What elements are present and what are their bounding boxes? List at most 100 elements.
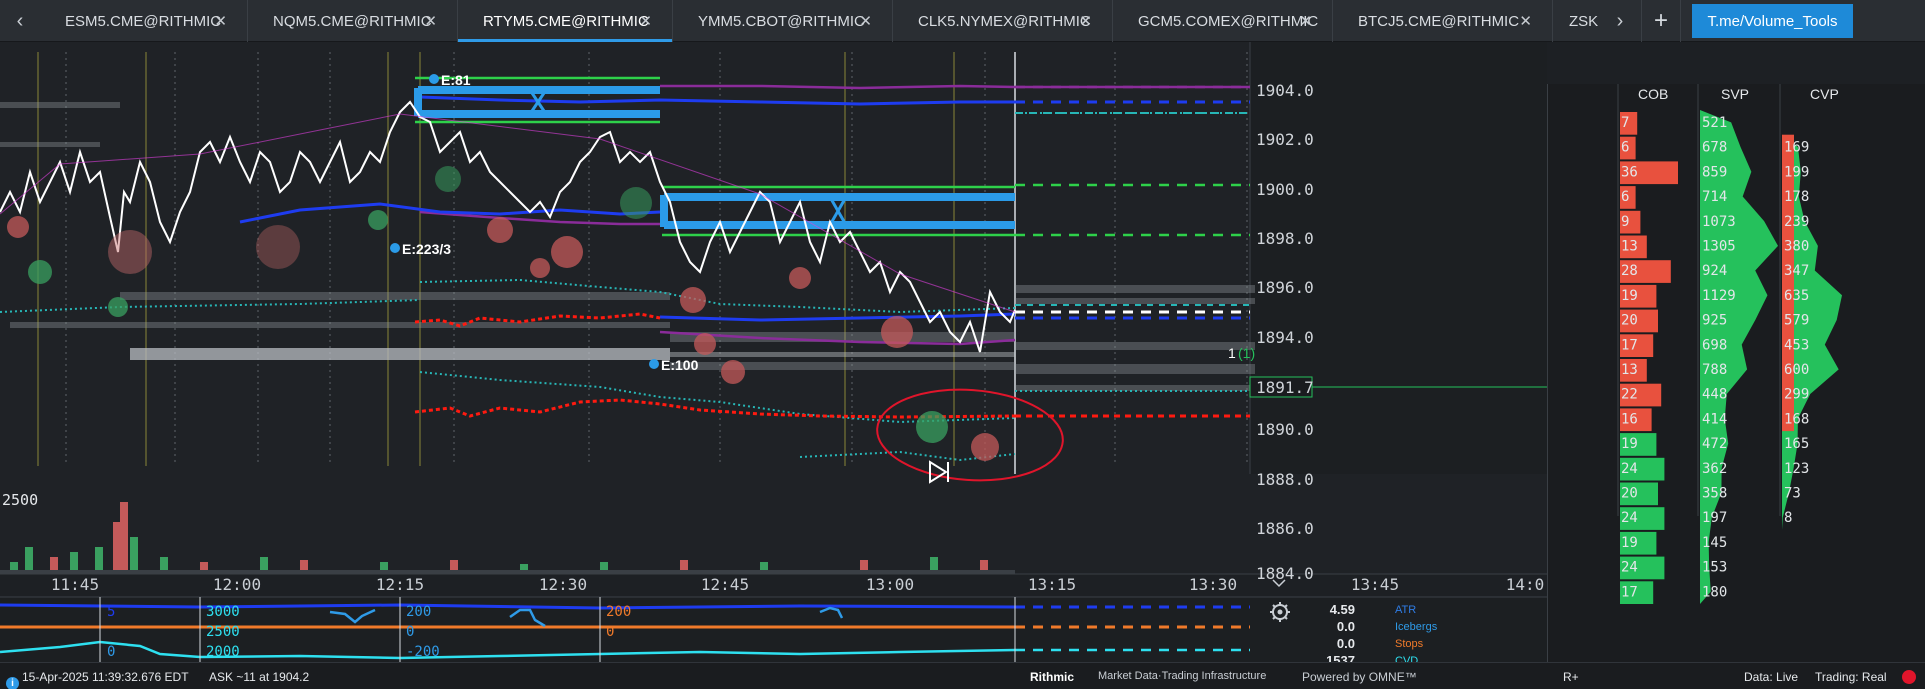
close-icon[interactable]: ✕ bbox=[1519, 12, 1532, 30]
tab-bar: ‹ ESM5.CME@RITHMIC ✕ NQM5.CME@RITHMIC ✕ … bbox=[0, 0, 1925, 42]
tab-label: YMM5.CBOT@RITHMIC bbox=[698, 12, 865, 30]
e100-label: E:100 bbox=[661, 357, 699, 373]
tab-label: ESM5.CME@RITHMIC bbox=[65, 12, 222, 30]
scale-label: -200 bbox=[406, 644, 440, 660]
cvp-cell: 635 bbox=[1784, 288, 1809, 304]
svp-cell: 698 bbox=[1702, 337, 1727, 353]
time-tick-label: 13:30 bbox=[1189, 575, 1237, 594]
cob-cell: 19 bbox=[1621, 436, 1638, 452]
chart-canvas: E:81 E:223/3 E:100 2500 1 (1) 11:45 12:0… bbox=[0, 42, 1547, 662]
volume-bars bbox=[10, 502, 988, 572]
close-icon[interactable]: ✕ bbox=[859, 12, 872, 30]
e223-label: E:223/3 bbox=[402, 241, 451, 257]
cvp-cell: 347 bbox=[1784, 263, 1809, 279]
cvp-cell: 168 bbox=[1784, 411, 1809, 427]
tab-zsk[interactable]: ZSK bbox=[1553, 0, 1603, 42]
cob-cell: 24 bbox=[1621, 510, 1638, 526]
price-tick-label: 1904.0 bbox=[1256, 81, 1314, 100]
close-icon[interactable]: ✕ bbox=[639, 12, 652, 30]
time-tick-label: 12:45 bbox=[701, 575, 749, 594]
col-head-cob: COB bbox=[1638, 86, 1668, 102]
close-icon[interactable]: ✕ bbox=[214, 12, 227, 30]
svp-cell: 859 bbox=[1702, 164, 1727, 180]
trading-mode: Trading: Real bbox=[1815, 670, 1887, 684]
svp-cell: 180 bbox=[1702, 584, 1727, 600]
tab-label: GCM5.COMEX@RITHMIC bbox=[1138, 12, 1319, 30]
volume-mark-label: 2500 bbox=[2, 491, 38, 509]
cvp-cell: 169 bbox=[1784, 140, 1809, 156]
svp-cell: 925 bbox=[1702, 313, 1727, 329]
ask-status: ASK ~11 at 1904.2 bbox=[209, 670, 310, 684]
tab-rtym5[interactable]: RTYM5.CME@RITHMIC ✕ bbox=[458, 0, 673, 42]
cob-cell: 20 bbox=[1621, 486, 1638, 502]
status-bar: i 15-Apr-2025 11:39:32.676 EDT ASK ~11 a… bbox=[0, 662, 1925, 689]
col-head-svp: SVP bbox=[1721, 86, 1749, 102]
gear-icon bbox=[1270, 602, 1290, 622]
tab-gcm5[interactable]: GCM5.COMEX@RITHMIC ✕ bbox=[1113, 0, 1333, 42]
cvp-cell: 600 bbox=[1784, 362, 1809, 378]
cvp-cell: 239 bbox=[1784, 214, 1809, 230]
svp-cell: 197 bbox=[1702, 510, 1727, 526]
svp-cell: 1073 bbox=[1702, 214, 1736, 230]
scale-label: 2500 bbox=[206, 624, 240, 640]
svp-cell: 714 bbox=[1702, 189, 1727, 205]
cvp-cell: 380 bbox=[1784, 239, 1809, 255]
close-icon[interactable]: ✕ bbox=[1079, 12, 1092, 30]
brand-tagline: Market Data·Trading Infrastructure bbox=[1098, 670, 1267, 682]
profile-panel: COB SVP CVP 7 521 6 678 169 36 859 199 6 714 178 9 1… bbox=[1547, 84, 1925, 689]
indicator-value: 0.0 bbox=[1337, 636, 1355, 651]
tab-label: BTCJ5.CME@RITHMIC bbox=[1358, 12, 1520, 30]
cvp-cell: 8 bbox=[1784, 510, 1792, 526]
svp-cell: 358 bbox=[1702, 486, 1727, 502]
price-tick-label: 1894.0 bbox=[1256, 328, 1314, 347]
svp-cell: 1305 bbox=[1702, 239, 1736, 255]
col-head-cvp: CVP bbox=[1810, 86, 1839, 102]
tab-label: ZSK bbox=[1569, 12, 1599, 30]
time-tick-label: 13:00 bbox=[866, 575, 914, 594]
svp-cell: 678 bbox=[1702, 140, 1727, 156]
powered-by: Powered by OMNE™ bbox=[1302, 670, 1417, 684]
cob-cell: 22 bbox=[1621, 387, 1638, 403]
scale-label: 5 bbox=[107, 604, 115, 620]
svp-cell: 1129 bbox=[1702, 288, 1736, 304]
cvp-cell: 579 bbox=[1784, 313, 1809, 329]
time-tick-label: 12:15 bbox=[376, 575, 424, 594]
cob-cell: 6 bbox=[1621, 189, 1629, 205]
time-tick-label: 14:0 bbox=[1506, 575, 1545, 594]
tab-clk5[interactable]: CLK5.NYMEX@RITHMIC ✕ bbox=[893, 0, 1113, 42]
order-marker-count: (1) bbox=[1238, 345, 1255, 361]
price-chart[interactable]: E:81 E:223/3 E:100 2500 1 (1) 11:45 12:0… bbox=[0, 42, 1925, 689]
current-price-label: 1891.7 bbox=[1256, 378, 1314, 397]
scale-label: 2000 bbox=[206, 644, 240, 660]
cob-cell: 19 bbox=[1621, 288, 1638, 304]
add-tab-button[interactable]: + bbox=[1641, 0, 1681, 42]
tab-scroll-left-icon[interactable]: ‹ bbox=[0, 0, 40, 42]
cob-cell: 13 bbox=[1621, 239, 1638, 255]
svp-cell: 145 bbox=[1702, 535, 1727, 551]
close-icon[interactable]: ✕ bbox=[424, 12, 437, 30]
cob-cell: 17 bbox=[1621, 337, 1638, 353]
indicator-value: 0.0 bbox=[1337, 619, 1355, 634]
scale-label: 200 bbox=[406, 604, 431, 620]
tab-label: RTYM5.CME@RITHMIC bbox=[483, 12, 649, 30]
volume-tools-button[interactable]: T.me/Volume_Tools bbox=[1692, 4, 1853, 38]
svp-cell: 924 bbox=[1702, 263, 1727, 279]
scale-label: 200 bbox=[606, 604, 631, 620]
e81-label: E:81 bbox=[441, 72, 471, 88]
tab-ymm5[interactable]: YMM5.CBOT@RITHMIC ✕ bbox=[673, 0, 893, 42]
tab-btcj5[interactable]: BTCJ5.CME@RITHMIC ✕ bbox=[1333, 0, 1553, 42]
close-icon[interactable]: ✕ bbox=[1299, 12, 1312, 30]
price-tick-label: 1896.0 bbox=[1256, 278, 1314, 297]
tab-scroll-right-icon[interactable]: › bbox=[1600, 0, 1640, 42]
time-tick-label: 12:00 bbox=[213, 575, 261, 594]
cob-cell: 36 bbox=[1621, 164, 1638, 180]
tab-esm5[interactable]: ESM5.CME@RITHMIC ✕ bbox=[40, 0, 248, 42]
price-tick-label: 1888.0 bbox=[1256, 470, 1314, 489]
svp-cell: 414 bbox=[1702, 411, 1727, 427]
tab-label: CLK5.NYMEX@RITHMIC bbox=[918, 12, 1091, 30]
cob-cell: 6 bbox=[1621, 140, 1629, 156]
svp-profile bbox=[1700, 110, 1778, 604]
cob-cell: 7 bbox=[1621, 115, 1629, 131]
tab-nqm5[interactable]: NQM5.CME@RITHMIC ✕ bbox=[248, 0, 458, 42]
price-tick-label: 1886.0 bbox=[1256, 519, 1314, 538]
